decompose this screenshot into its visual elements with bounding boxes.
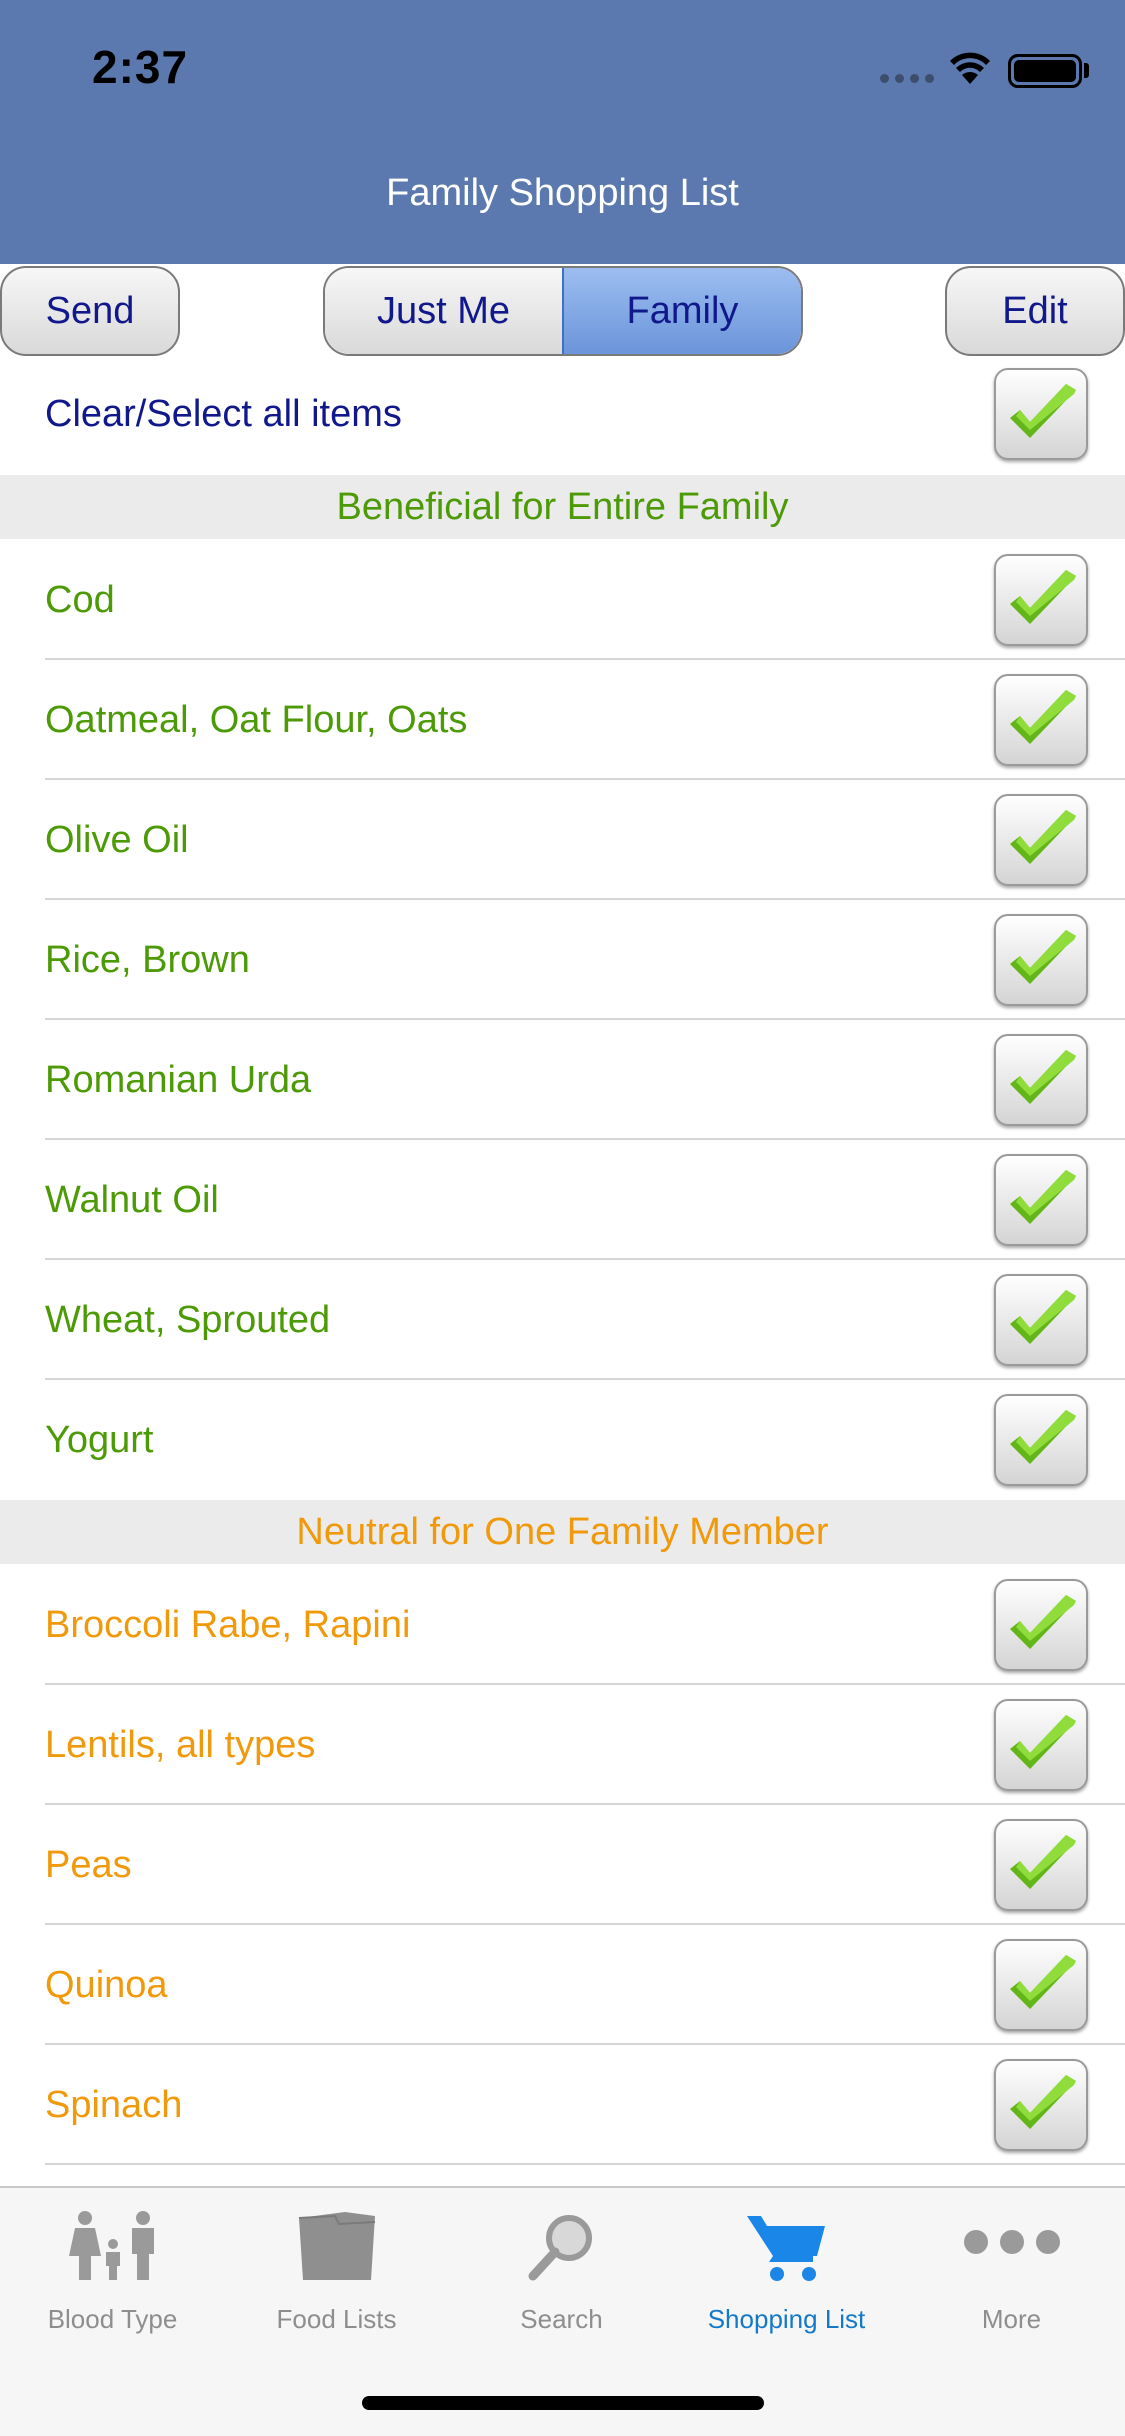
status-time: 2:37: [92, 41, 189, 93]
item-label: Lentils, all types: [45, 1724, 316, 1766]
checkmark-icon: [1010, 810, 1076, 864]
audience-segmented-control: Just Me Family: [323, 266, 803, 356]
cart-icon: [745, 2210, 829, 2289]
checkmark-icon: [1010, 1835, 1076, 1889]
item-label: Oatmeal, Oat Flour, Oats: [45, 699, 468, 741]
select-all-row[interactable]: Clear/Select all items: [0, 354, 1125, 474]
item-label: Rice, Brown: [45, 939, 250, 981]
tab-label: More: [981, 2304, 1042, 2334]
list-item[interactable]: Romanian Urda: [0, 1020, 1125, 1140]
item-checkbox[interactable]: [994, 1154, 1088, 1246]
send-button[interactable]: Send: [0, 266, 180, 356]
item-label: Broccoli Rabe, Rapini: [45, 1604, 411, 1646]
tab-label: Blood Type: [47, 2304, 178, 2334]
item-label: Wheat, Sprouted: [45, 1299, 331, 1341]
list-item[interactable]: Wheat, Sprouted: [0, 1260, 1125, 1380]
checkmark-icon: [1010, 1715, 1076, 1769]
section-header-beneficial: Beneficial for Entire Family: [0, 475, 1125, 539]
family-icon: [63, 2210, 163, 2287]
wifi-icon: [948, 50, 992, 91]
tab-shopping-list[interactable]: Shopping List: [674, 2188, 899, 2348]
item-checkbox[interactable]: [994, 1579, 1088, 1671]
list-item[interactable]: Walnut Oil: [0, 1140, 1125, 1260]
item-label: Quinoa: [45, 1964, 168, 2006]
battery-cap: [1084, 63, 1089, 78]
item-checkbox[interactable]: [994, 554, 1088, 646]
checkmark-icon: [1010, 1955, 1076, 2009]
item-label: Walnut Oil: [45, 1179, 219, 1221]
checkmark-icon: [1010, 1170, 1076, 1224]
section-header-neutral: Neutral for One Family Member: [0, 1500, 1125, 1564]
item-checkbox[interactable]: [994, 1939, 1088, 2031]
segment-just-me[interactable]: Just Me: [325, 268, 562, 354]
segment-family[interactable]: Family: [562, 268, 801, 354]
navigation-header: 2:37 Family Shopping List: [0, 0, 1125, 264]
checkmark-icon: [1010, 2075, 1076, 2129]
item-label: Spinach: [45, 2084, 183, 2126]
edit-button[interactable]: Edit: [945, 266, 1125, 356]
tab-label: Food Lists: [276, 2304, 397, 2334]
item-checkbox[interactable]: [994, 1819, 1088, 1911]
checkmark-icon: [1010, 1410, 1076, 1464]
checkmark-icon: [1010, 930, 1076, 984]
tab-label: Shopping List: [707, 2304, 866, 2334]
item-checkbox[interactable]: [994, 674, 1088, 766]
checkmark-icon: [1010, 690, 1076, 744]
select-all-label: Clear/Select all items: [45, 393, 402, 435]
toolbar: Send Just Me Family Edit: [0, 264, 1125, 359]
checkmark-icon: [1010, 384, 1076, 438]
folder-icon: [295, 2210, 379, 2289]
battery-icon: [1008, 54, 1082, 88]
magnifier-icon: [525, 2210, 599, 2289]
item-checkbox[interactable]: [994, 1034, 1088, 1126]
item-checkbox[interactable]: [994, 2059, 1088, 2151]
item-label: Cod: [45, 579, 115, 621]
checkmark-icon: [1010, 570, 1076, 624]
list-item[interactable]: Cod: [0, 540, 1125, 660]
item-label: Yogurt: [45, 1419, 154, 1461]
checkmark-icon: [1010, 1595, 1076, 1649]
item-checkbox[interactable]: [994, 914, 1088, 1006]
tab-more[interactable]: More: [899, 2188, 1124, 2348]
row-separator: [45, 2163, 1125, 2165]
cellular-signal-icon: [880, 74, 934, 83]
list-item[interactable]: Rice, Brown: [0, 900, 1125, 1020]
page-title: Family Shopping List: [386, 172, 739, 214]
item-label: Peas: [45, 1844, 132, 1886]
item-checkbox[interactable]: [994, 1274, 1088, 1366]
item-checkbox[interactable]: [994, 794, 1088, 886]
list-item[interactable]: Peas: [0, 1805, 1125, 1925]
more-dots-icon: [962, 2228, 1062, 2261]
tab-food-lists[interactable]: Food Lists: [224, 2188, 449, 2348]
tab-blood-type[interactable]: Blood Type: [0, 2188, 225, 2348]
home-indicator[interactable]: [362, 2396, 764, 2410]
select-all-checkbox[interactable]: [994, 368, 1088, 460]
list-item[interactable]: Spinach: [0, 2045, 1125, 2165]
list-item[interactable]: Yogurt: [0, 1380, 1125, 1500]
item-checkbox[interactable]: [994, 1394, 1088, 1486]
list-item[interactable]: Olive Oil: [0, 780, 1125, 900]
list-item[interactable]: Broccoli Rabe, Rapini: [0, 1565, 1125, 1685]
list-item[interactable]: Lentils, all types: [0, 1685, 1125, 1805]
item-label: Olive Oil: [45, 819, 189, 861]
list-item[interactable]: Oatmeal, Oat Flour, Oats: [0, 660, 1125, 780]
list-item[interactable]: Quinoa: [0, 1925, 1125, 2045]
checkmark-icon: [1010, 1290, 1076, 1344]
tab-search[interactable]: Search: [449, 2188, 674, 2348]
item-label: Romanian Urda: [45, 1059, 312, 1101]
item-checkbox[interactable]: [994, 1699, 1088, 1791]
tab-label: Search: [520, 2304, 603, 2334]
checkmark-icon: [1010, 1050, 1076, 1104]
